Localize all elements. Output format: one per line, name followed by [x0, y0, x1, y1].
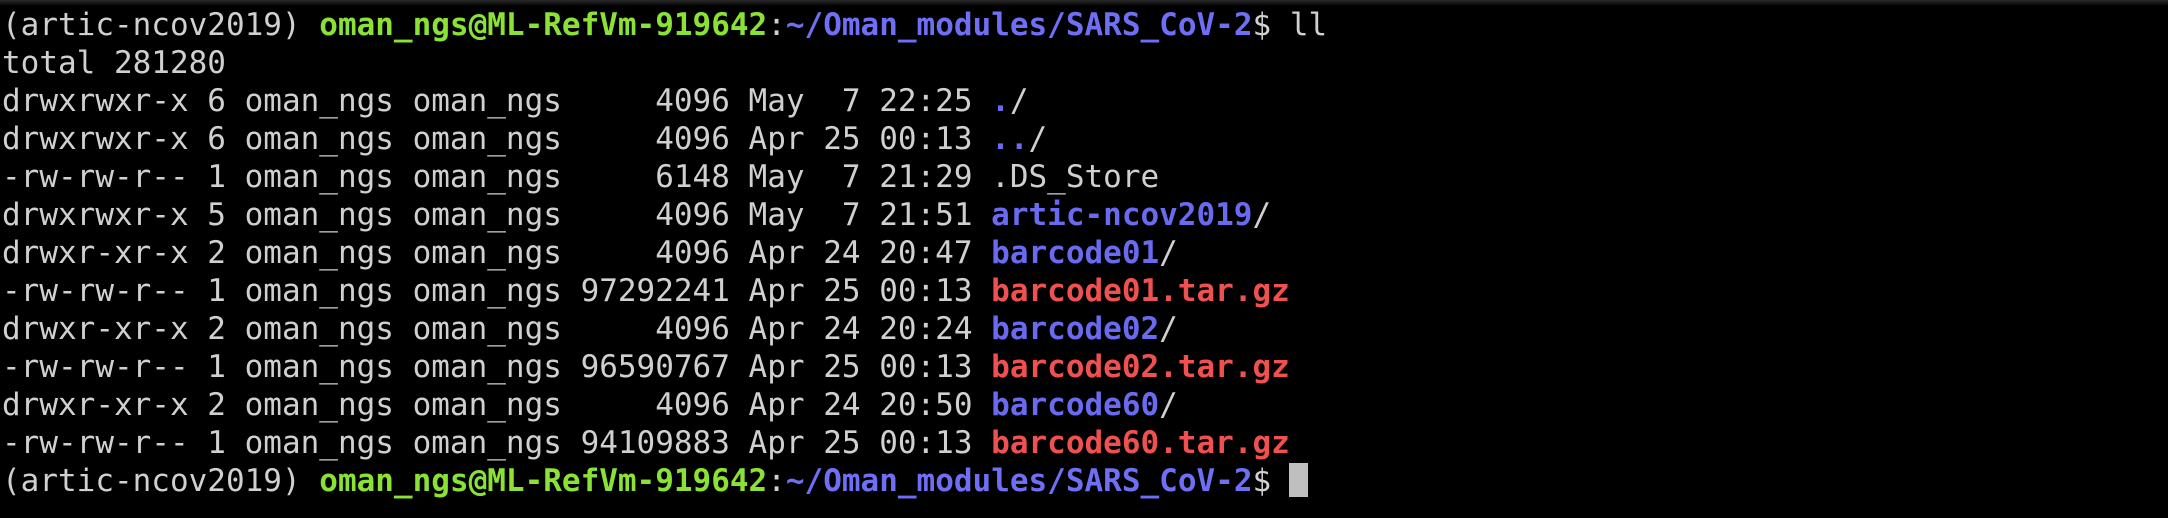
- file-metadata: drwxrwxr-x 6 oman_ngs oman_ngs 4096 Apr …: [2, 121, 992, 157]
- text-cursor[interactable]: [1289, 463, 1309, 497]
- file-name: .DS_Store: [991, 159, 1160, 195]
- dir-suffix: /: [1159, 387, 1178, 423]
- command-text: ll: [1289, 7, 1328, 43]
- prompt-user-host: oman_ngs@ML-RefVm-919642: [319, 7, 768, 43]
- listing-row: drwxrwxr-x 5 oman_ngs oman_ngs 4096 May …: [2, 196, 1327, 234]
- dir-suffix: /: [1028, 121, 1048, 157]
- listing-row: -rw-rw-r-- 1 oman_ngs oman_ngs 6148 May …: [2, 158, 1327, 196]
- file-metadata: -rw-rw-r-- 1 oman_ngs oman_ngs 6148 May …: [2, 159, 992, 195]
- dir-suffix: /: [1252, 197, 1272, 233]
- conda-env-label: (artic-ncov2019): [2, 463, 320, 499]
- file-name: ..: [991, 121, 1029, 157]
- dir-suffix: /: [1159, 311, 1178, 347]
- file-metadata: -rw-rw-r-- 1 oman_ngs oman_ngs 96590767 …: [2, 349, 992, 385]
- file-metadata: -rw-rw-r-- 1 oman_ngs oman_ngs 97292241 …: [2, 273, 992, 309]
- listing-entries: drwxrwxr-x 6 oman_ngs oman_ngs 4096 May …: [2, 82, 1327, 462]
- file-name: barcode02: [991, 311, 1160, 347]
- file-name: barcode60: [991, 387, 1160, 423]
- prompt-path: ~/Oman_modules/SARS_CoV-2: [785, 463, 1253, 499]
- conda-env-label: (artic-ncov2019): [2, 7, 320, 43]
- listing-row: -rw-rw-r-- 1 oman_ngs oman_ngs 96590767 …: [2, 348, 1327, 386]
- prompt-user-host: oman_ngs@ML-RefVm-919642: [319, 463, 768, 499]
- prompt-path: ~/Oman_modules/SARS_CoV-2: [785, 7, 1253, 43]
- file-name: artic-ncov2019: [991, 197, 1253, 233]
- listing-row: drwxrwxr-x 6 oman_ngs oman_ngs 4096 Apr …: [2, 120, 1327, 158]
- command-prompt-line: (artic-ncov2019) oman_ngs@ML-RefVm-91964…: [2, 6, 1327, 44]
- prompt-symbol: $: [1252, 7, 1290, 43]
- file-metadata: drwxr-xr-x 2 oman_ngs oman_ngs 4096 Apr …: [2, 235, 992, 271]
- dir-suffix: /: [1159, 235, 1178, 271]
- listing-row: drwxr-xr-x 2 oman_ngs oman_ngs 4096 Apr …: [2, 234, 1327, 272]
- listing-row: drwxr-xr-x 2 oman_ngs oman_ngs 4096 Apr …: [2, 310, 1327, 348]
- listing-row: drwxr-xr-x 2 oman_ngs oman_ngs 4096 Apr …: [2, 386, 1327, 424]
- file-metadata: drwxr-xr-x 2 oman_ngs oman_ngs 4096 Apr …: [2, 387, 992, 423]
- file-name: barcode01: [991, 235, 1160, 271]
- active-prompt-line[interactable]: (artic-ncov2019) oman_ngs@ML-RefVm-91964…: [2, 462, 1327, 500]
- terminal-window[interactable]: (artic-ncov2019) oman_ngs@ML-RefVm-91964…: [0, 0, 2168, 518]
- file-metadata: -rw-rw-r-- 1 oman_ngs oman_ngs 94109883 …: [2, 425, 992, 461]
- file-name: barcode02.tar.gz: [991, 349, 1290, 385]
- file-name: barcode60.tar.gz: [991, 425, 1290, 461]
- total-line: total 281280: [2, 45, 226, 81]
- listing-row: -rw-rw-r-- 1 oman_ngs oman_ngs 94109883 …: [2, 424, 1327, 462]
- file-name: barcode01.tar.gz: [991, 273, 1290, 309]
- listing-row: drwxrwxr-x 6 oman_ngs oman_ngs 4096 May …: [2, 82, 1327, 120]
- terminal-output: (artic-ncov2019) oman_ngs@ML-RefVm-91964…: [2, 6, 1327, 500]
- file-metadata: drwxrwxr-x 6 oman_ngs oman_ngs 4096 May …: [2, 83, 992, 119]
- prompt-separator: :: [767, 463, 786, 499]
- file-name: .: [991, 83, 1010, 119]
- prompt-separator: :: [767, 7, 786, 43]
- dir-suffix: /: [1009, 83, 1029, 119]
- file-metadata: drwxr-xr-x 2 oman_ngs oman_ngs 4096 Apr …: [2, 311, 992, 347]
- file-metadata: drwxrwxr-x 5 oman_ngs oman_ngs 4096 May …: [2, 197, 992, 233]
- listing-row: -rw-rw-r-- 1 oman_ngs oman_ngs 97292241 …: [2, 272, 1327, 310]
- prompt-symbol: $: [1252, 463, 1272, 499]
